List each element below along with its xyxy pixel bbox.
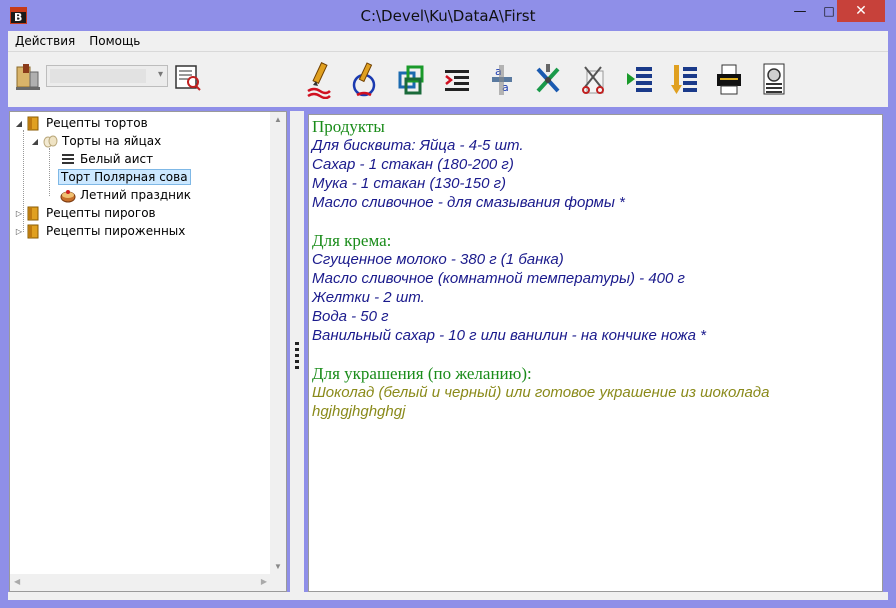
base-combo[interactable]: ▾ xyxy=(46,65,168,87)
ingredient-line: Мука - 1 стакан (130-150 г) xyxy=(312,175,507,192)
ingredient-line: Вода - 50 г xyxy=(312,308,389,325)
preview-icon[interactable] xyxy=(757,60,791,100)
scrollbar-corner xyxy=(270,574,286,591)
close-button[interactable]: ✕ xyxy=(837,0,885,22)
tree-node-cakes[interactable]: ◢ Рецепты тортов xyxy=(14,114,150,132)
ingredient-line: Ванильный сахар - 10 г или ванилин - на … xyxy=(312,327,706,344)
ingredient-line: Сахар - 1 стакан (180-200 г) xyxy=(312,156,514,173)
book-icon xyxy=(26,223,42,239)
chevron-down-icon[interactable]: ▾ xyxy=(158,69,163,80)
decoration-line: hgjhgjhghghgj xyxy=(312,403,406,420)
ingredient-line: Для бисквита: Яйца - 4-5 шт. xyxy=(312,137,524,154)
tree-node-pies[interactable]: ▷ Рецепты пирогов xyxy=(14,204,158,222)
menu-bar: Действия Помощь xyxy=(8,31,888,51)
eggs-icon xyxy=(42,133,58,149)
book-icon xyxy=(26,115,42,131)
base-combo-value xyxy=(50,69,146,83)
ingredient-line: Масло сливочное - для смазывания формы * xyxy=(312,194,625,211)
document-icon xyxy=(60,151,76,167)
tools-icon[interactable] xyxy=(531,60,565,100)
text-lines-icon[interactable] xyxy=(440,60,474,100)
recipe-tree[interactable]: ◢ Рецепты тортов ◢ Торты на яйцах Белый … xyxy=(9,111,287,592)
expand-toggle-icon[interactable]: ▷ xyxy=(14,209,24,218)
edit-pen-icon[interactable] xyxy=(302,60,336,100)
menu-actions[interactable]: Действия xyxy=(8,34,82,48)
expand-toggle-icon[interactable]: ▷ xyxy=(14,227,24,236)
collapse-toggle-icon[interactable]: ◢ xyxy=(30,137,40,146)
menu-help[interactable]: Помощь xyxy=(82,34,147,48)
scroll-right-icon[interactable]: ▶ xyxy=(261,577,267,586)
title-bar[interactable]: B C:\Devel\Ku\DataA\First — □ ✕ xyxy=(0,0,896,31)
tree-node-label: Рецепты тортов xyxy=(46,116,148,130)
app-window: B C:\Devel\Ku\DataA\First — □ ✕ Действия… xyxy=(0,0,896,608)
tree-node-label: Летний праздник xyxy=(80,188,192,202)
tree-vertical-scrollbar[interactable]: ▲ ▼ xyxy=(270,112,286,574)
tree-node-label: Рецепты пироженных xyxy=(46,224,186,238)
tree-node-summer-holiday[interactable]: Летний праздник xyxy=(48,186,193,204)
tree-node-label: Белый аист xyxy=(80,152,154,166)
open-base-icon[interactable] xyxy=(14,62,42,92)
printer-icon[interactable] xyxy=(712,60,746,100)
edit-circle-icon[interactable] xyxy=(347,60,381,100)
cake-icon xyxy=(60,187,76,203)
collapse-toggle-icon[interactable]: ◢ xyxy=(14,119,24,128)
tree-node-egg-cakes[interactable]: ◢ Торты на яйцах xyxy=(30,132,163,150)
list-orange-icon[interactable] xyxy=(668,60,702,100)
toolbar: ▾ a a xyxy=(8,51,888,107)
pane-splitter[interactable] xyxy=(290,111,304,592)
list-green-icon[interactable] xyxy=(623,60,657,100)
tree-node-label: Рецепты пирогов xyxy=(46,206,156,220)
book-icon xyxy=(26,205,42,221)
section-heading-products: Продукты xyxy=(312,117,385,136)
recipe-content[interactable]: Продукты Для бисквита: Яйца - 4-5 шт. Са… xyxy=(308,114,883,592)
document-search-icon[interactable] xyxy=(174,62,202,92)
tree-node-label: Торты на яйцах xyxy=(62,134,162,148)
ingredient-line: Масло сливочное (комнатной температуры) … xyxy=(312,270,685,287)
tree-node-pastries[interactable]: ▷ Рецепты пироженных xyxy=(14,222,187,240)
ingredient-line: Сгущенное молоко - 380 г (1 банка) xyxy=(312,251,564,268)
scroll-down-icon[interactable]: ▼ xyxy=(274,562,282,571)
section-heading-cream: Для крема: xyxy=(312,231,392,250)
status-bar xyxy=(8,592,888,600)
scroll-left-icon[interactable]: ◀ xyxy=(14,577,20,586)
scroll-up-icon[interactable]: ▲ xyxy=(274,115,282,124)
tree-node-polar-owl[interactable]: Торт Полярная сова xyxy=(48,168,191,186)
window-title: C:\Devel\Ku\DataA\First xyxy=(360,7,536,25)
tree-node-label-selected: Торт Полярная сова xyxy=(58,169,191,185)
ingredient-line: Желтки - 2 шт. xyxy=(312,289,425,306)
scissors-icon[interactable] xyxy=(577,60,611,100)
text-sort-icon[interactable]: a a xyxy=(485,60,519,100)
tree-node-white-stork[interactable]: Белый аист xyxy=(48,150,155,168)
link-squares-icon[interactable] xyxy=(394,60,428,100)
decoration-line: Шоколад (белый и черный) или готовое укр… xyxy=(312,384,770,401)
tree-horizontal-scrollbar[interactable]: ◀ ▶ xyxy=(10,574,271,591)
section-heading-decoration: Для украшения (по желанию): xyxy=(312,364,532,383)
splitter-grip-icon[interactable] xyxy=(295,342,299,370)
